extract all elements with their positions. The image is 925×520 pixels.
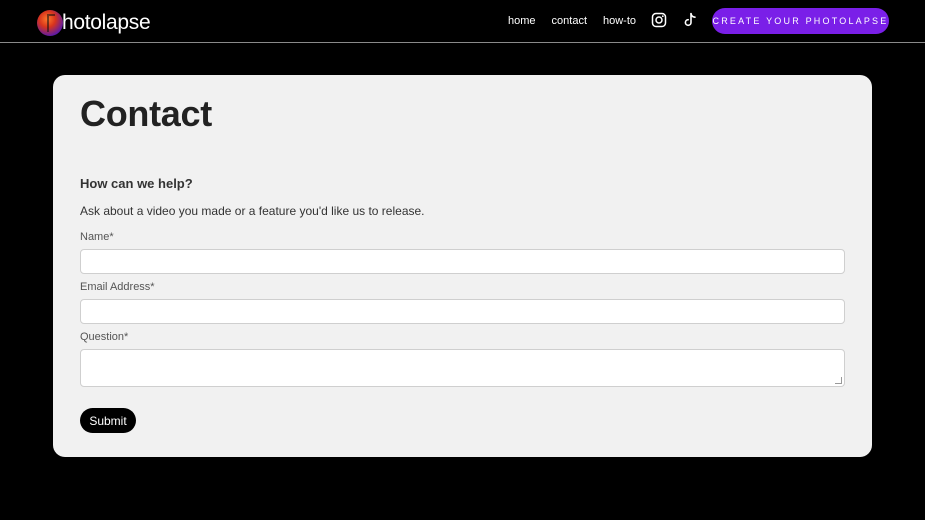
help-heading: How can we help? [80,176,193,191]
email-label: Email Address* [80,281,155,293]
create-photolapse-button[interactable]: CREATE YOUR PHOTOLAPSE [712,8,889,34]
name-label: Name* [80,231,114,243]
nav-how-to[interactable]: how-to [603,15,636,27]
tiktok-icon[interactable] [682,12,698,28]
name-field[interactable] [80,249,845,274]
logo-text: hotolapse [62,11,151,34]
submit-button[interactable]: Submit [80,408,136,433]
email-field[interactable] [80,299,845,324]
nav-contact[interactable]: contact [552,15,587,27]
instagram-icon[interactable] [651,12,667,28]
question-textarea[interactable] [80,349,845,387]
nav-home[interactable]: home [508,15,536,27]
question-label: Question* [80,331,129,343]
social-links [651,12,713,28]
logo-icon [37,10,63,36]
resize-handle[interactable] [835,377,842,384]
logo[interactable]: hotolapse [37,10,151,36]
main-nav: home contact how-to [500,10,644,32]
contact-card: Contact How can we help? Ask about a vid… [53,75,872,457]
help-text: Ask about a video you made or a feature … [80,204,425,218]
site-header: hotolapse home contact how-to CREATE YOU… [0,0,925,43]
page-title: Contact [80,93,212,134]
